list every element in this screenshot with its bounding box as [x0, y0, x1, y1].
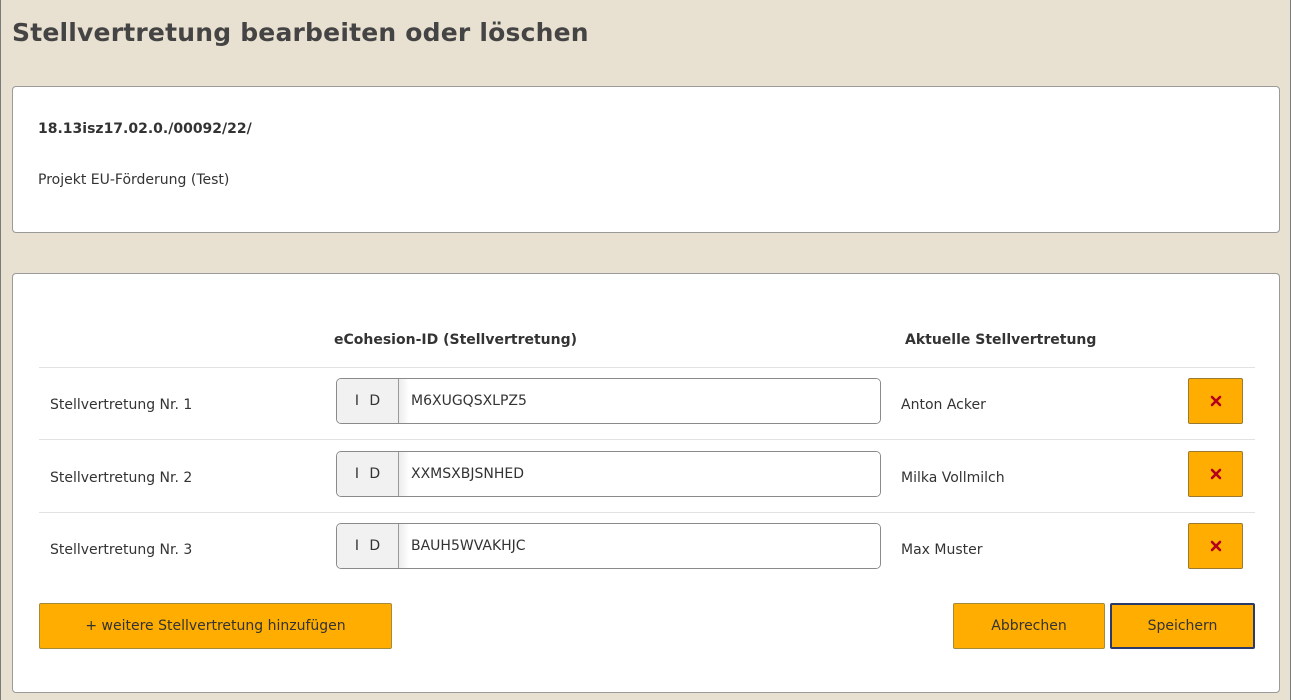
column-header-current-substitute: Aktuelle Stellvertretung [905, 332, 1097, 348]
substitute-2-id-input[interactable] [399, 452, 880, 496]
substitute-3-id-field: I D [336, 523, 881, 569]
substitute-1-id-field: I D [336, 378, 881, 424]
close-icon [1210, 395, 1221, 407]
column-header-ecohesion-id: eCohesion-ID (Stellvertretung) [334, 332, 578, 348]
page-title: Stellvertretung bearbeiten oder löschen [12, 18, 589, 47]
row-divider [39, 439, 1255, 440]
substitute-1-id-input[interactable] [399, 379, 880, 423]
substitutes-form-card: eCohesion-ID (Stellvertretung) Aktuelle … [12, 273, 1280, 693]
row-label-substitute-1: Stellvertretung Nr. 1 [50, 397, 193, 413]
page-frame: Stellvertretung bearbeiten oder löschen … [0, 0, 1291, 700]
delete-substitute-2-button[interactable] [1188, 451, 1243, 497]
close-icon [1210, 468, 1221, 480]
id-prefix-label: I D [337, 524, 399, 568]
add-substitute-button[interactable]: + weitere Stellvertretung hinzufügen [39, 603, 392, 649]
reference-number: 18.13isz17.02.0./00092/22/ [38, 121, 252, 137]
delete-substitute-3-button[interactable] [1188, 523, 1243, 569]
project-name: Projekt EU-Förderung (Test) [38, 172, 230, 188]
row-label-substitute-3: Stellvertretung Nr. 3 [50, 542, 193, 558]
row-label-substitute-2: Stellvertretung Nr. 2 [50, 470, 193, 486]
row-divider [39, 512, 1255, 513]
close-icon [1210, 540, 1221, 552]
save-button[interactable]: Speichern [1110, 603, 1255, 649]
info-card: 18.13isz17.02.0./00092/22/ Projekt EU-Fö… [12, 86, 1280, 233]
substitute-2-current-name: Milka Vollmilch [901, 470, 1005, 486]
id-prefix-label: I D [337, 452, 399, 496]
substitute-3-current-name: Max Muster [901, 542, 983, 558]
substitute-3-id-input[interactable] [399, 524, 880, 568]
row-divider [39, 367, 1255, 368]
substitute-1-current-name: Anton Acker [901, 397, 986, 413]
cancel-button[interactable]: Abbrechen [953, 603, 1105, 649]
delete-substitute-1-button[interactable] [1188, 378, 1243, 424]
id-prefix-label: I D [337, 379, 399, 423]
substitute-2-id-field: I D [336, 451, 881, 497]
